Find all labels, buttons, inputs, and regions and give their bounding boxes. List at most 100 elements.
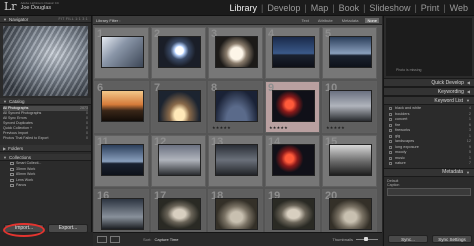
thumbnail-image[interactable] — [273, 91, 314, 121]
right-panel: Photo is missing Quick Develop ◀ Keywordi… — [383, 16, 474, 246]
thumbnail-image[interactable] — [330, 145, 371, 175]
keyword-checkbox[interactable] — [389, 107, 392, 111]
thumbnail-image[interactable] — [273, 37, 314, 67]
caption-field[interactable] — [387, 187, 471, 196]
thumbnail-image[interactable] — [159, 37, 200, 67]
module-web[interactable]: Web — [450, 3, 468, 13]
thumbnail-image[interactable] — [102, 91, 143, 121]
thumbnail-cell[interactable]: 10 ★★★★★ — [322, 81, 377, 133]
filter-attribute[interactable]: Attribute — [316, 18, 335, 23]
thumbnail-image[interactable] — [330, 37, 371, 67]
slider-knob[interactable] — [364, 237, 368, 241]
thumbnail-cell[interactable]: 1 — [94, 27, 149, 79]
catalog-item[interactable]: Photos That Failed to Export 0 — [3, 136, 88, 141]
sync-settings-button[interactable]: Sync Settings — [432, 235, 472, 243]
thumbnail-cell[interactable]: 15 — [322, 135, 377, 187]
thumbnail-image[interactable] — [330, 91, 371, 121]
expand-triangle-icon: ▼ — [466, 98, 470, 103]
thumbnail-cell[interactable]: 6 — [94, 81, 149, 133]
thumbnail-image[interactable] — [102, 145, 143, 175]
zoom-options[interactable]: FIT FILL 1:1 3:1 — [58, 17, 88, 21]
folders-header[interactable]: ▶ Folders — [0, 145, 91, 152]
thumbnail-image[interactable] — [102, 199, 143, 229]
thumbnail-image[interactable] — [330, 199, 371, 229]
thumbnail-cell[interactable]: 11 — [94, 135, 149, 187]
expand-triangle-icon: ▼ — [466, 169, 470, 175]
filter-none[interactable]: None — [365, 17, 379, 23]
module-map[interactable]: Map — [311, 3, 329, 13]
thumbnail-image[interactable] — [273, 145, 314, 175]
histogram: Photo is missing — [386, 18, 472, 76]
sync-button[interactable]: Sync... — [388, 235, 428, 243]
user-name: Joe Douglas — [20, 5, 52, 11]
catalog-title: Catalog — [8, 98, 25, 104]
keyword-checkbox[interactable] — [389, 112, 392, 116]
thumbnail-image[interactable] — [273, 199, 314, 229]
collections-header[interactable]: ▼ Collections — [0, 154, 91, 161]
thumbnail-image[interactable] — [159, 145, 200, 175]
module-slideshow[interactable]: Slideshow — [369, 3, 410, 13]
thumbnail-cell[interactable]: 8 ★★★★★ — [208, 81, 263, 133]
export-button[interactable]: Export... — [48, 223, 88, 233]
keyword-list-header[interactable]: Keyword List ▼ — [384, 96, 474, 105]
collection-item[interactable]: Panos — [0, 183, 91, 189]
thumbnail-cell[interactable]: 3 — [208, 27, 263, 79]
keyword-checkbox[interactable] — [389, 134, 392, 138]
grid-view-icon[interactable] — [97, 236, 107, 243]
thumbnail-cell[interactable]: 4 — [265, 27, 320, 79]
keyword-checkbox[interactable] — [389, 156, 392, 160]
thumbnail-image[interactable] — [216, 37, 257, 67]
module-library[interactable]: Library — [229, 3, 257, 13]
module-print[interactable]: Print — [421, 3, 440, 13]
thumbnail-cell[interactable]: 5 — [322, 27, 377, 79]
keyword-checkbox[interactable] — [389, 145, 392, 149]
module-picker: Library | Develop | Map | Book | Slideshow | … — [229, 3, 468, 13]
star-rating[interactable]: ★★★★★ — [212, 125, 231, 130]
keyword-checkbox[interactable] — [389, 123, 392, 127]
navigator-preview[interactable] — [3, 26, 88, 96]
caption-label: Caption — [387, 182, 400, 187]
collection-icon — [10, 167, 14, 171]
metadata-header[interactable]: Metadata ▼ — [384, 167, 474, 177]
thumbnail-image[interactable] — [216, 199, 257, 229]
filter-metadata[interactable]: Metadata — [340, 18, 361, 23]
keyword-checkbox[interactable] — [389, 151, 392, 155]
loupe-view-icon[interactable] — [110, 236, 120, 243]
filter-text[interactable]: Text — [300, 18, 311, 23]
lightroom-logo: Lr — [4, 0, 17, 13]
thumbnail-cell[interactable]: 14 — [265, 135, 320, 187]
thumbnail-cell[interactable]: 7 — [151, 81, 206, 133]
keyword-checkbox[interactable] — [389, 118, 392, 122]
thumbnail-image[interactable] — [216, 91, 257, 121]
thumbnail-image[interactable] — [159, 199, 200, 229]
thumbnail-cell[interactable]: 13 — [208, 135, 263, 187]
keyword-checkbox[interactable] — [389, 129, 392, 133]
expand-triangle-icon: ▼ — [3, 154, 7, 160]
star-rating[interactable]: ★★★★★ — [326, 125, 345, 130]
thumbnail-image[interactable] — [216, 145, 257, 175]
keyword-checkbox[interactable] — [389, 162, 392, 166]
module-develop[interactable]: Develop — [267, 3, 300, 13]
module-book[interactable]: Book — [339, 3, 360, 13]
star-rating[interactable]: ★★★★★ — [269, 125, 288, 130]
collapse-triangle-icon: ◀ — [466, 89, 470, 94]
catalog-header[interactable]: ▼ Catalog — [0, 98, 91, 105]
keyword-item[interactable]: nature 7 — [387, 161, 471, 167]
navigator-header[interactable]: ▼ Navigator FIT FILL 1:1 3:1 — [0, 16, 91, 23]
collapse-triangle-icon: ◀ — [466, 80, 470, 85]
thumbnail-grid: 1 2 3 4 5 6 7 8 ★★★★★ 9 ★★★★★ 10 ★★★★★ 11 12 13 14 15 16 17… — [93, 26, 382, 241]
thumbnail-image[interactable] — [102, 37, 143, 67]
lightroom-window: Lr Adobe Lightroom Classic CC Joe Dougla… — [0, 0, 474, 246]
sort-dropdown[interactable]: Capture Time — [154, 237, 178, 242]
thumbnail-cell[interactable]: 12 — [151, 135, 206, 187]
quick-develop-header[interactable]: Quick Develop ◀ — [384, 78, 474, 87]
thumbnail-size-slider[interactable] — [356, 237, 378, 241]
thumbnail-image[interactable] — [159, 91, 200, 121]
identity-plate: Lr Adobe Lightroom Classic CC Joe Dougla… — [0, 0, 474, 16]
thumbnail-cell[interactable]: 9 ★★★★★ — [265, 81, 320, 133]
keywording-header[interactable]: Keywording ◀ — [384, 87, 474, 96]
keyword-checkbox[interactable] — [389, 140, 392, 144]
brand: Lr Adobe Lightroom Classic CC Joe Dougla… — [4, 1, 59, 13]
collection-icon — [10, 162, 14, 166]
thumbnail-cell[interactable]: 2 — [151, 27, 206, 79]
